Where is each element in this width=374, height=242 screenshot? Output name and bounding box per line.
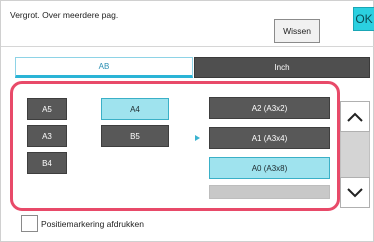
clear-button[interactable]: Wissen bbox=[274, 19, 320, 43]
dialog-window: Vergrot. Over meerdere pag. Wissen OK AB… bbox=[0, 0, 374, 242]
output-button-a1[interactable]: A1 (A3x4) bbox=[209, 127, 330, 149]
page-title: Vergrot. Over meerdere pag. bbox=[10, 10, 119, 20]
output-button-empty bbox=[209, 185, 330, 199]
output-button-a0[interactable]: A0 (A3x8) bbox=[209, 157, 330, 179]
scroll-down-button[interactable] bbox=[340, 177, 370, 208]
position-mark-checkbox[interactable] bbox=[21, 215, 38, 232]
tab-ab[interactable]: AB bbox=[15, 57, 193, 78]
chevron-up-icon bbox=[347, 112, 363, 122]
size-button-a4[interactable]: A4 bbox=[101, 98, 169, 120]
scroll-up-button[interactable] bbox=[340, 101, 370, 132]
size-button-a3[interactable]: A3 bbox=[27, 125, 67, 147]
ok-button[interactable]: OK bbox=[353, 7, 374, 31]
chevron-down-icon bbox=[347, 187, 363, 197]
position-mark-label: Positiemarkering afdrukken bbox=[41, 219, 144, 229]
size-selection-panel: A5 A4 A3 B5 B4 A2 (A3x2) A1 (A3x4) A0 (A… bbox=[10, 81, 340, 211]
arrow-right-icon bbox=[195, 135, 200, 141]
header-divider bbox=[1, 46, 374, 47]
size-button-a5[interactable]: A5 bbox=[27, 98, 67, 120]
size-button-b4[interactable]: B4 bbox=[27, 152, 67, 174]
scrollbar-track[interactable] bbox=[340, 132, 370, 178]
output-button-a2[interactable]: A2 (A3x2) bbox=[209, 97, 330, 119]
size-button-b5[interactable]: B5 bbox=[101, 125, 169, 147]
tab-inch[interactable]: Inch bbox=[194, 57, 370, 78]
